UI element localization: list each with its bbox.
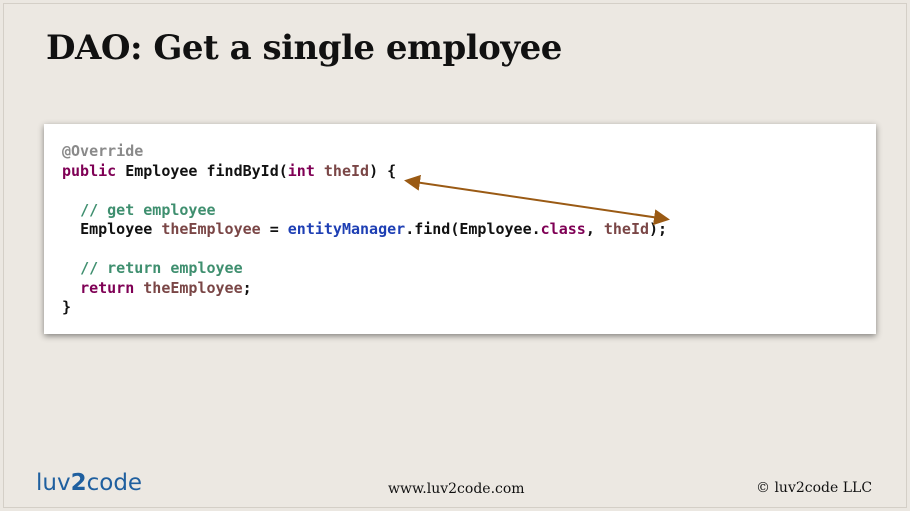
code-variable: theEmployee (161, 220, 261, 238)
code-comment: // get employee (80, 200, 216, 219)
footer-copyright: © luv2code LLC (756, 480, 873, 496)
code-text-span: ); (649, 220, 668, 238)
logo-part: luv (36, 470, 71, 496)
code-text: @Override public Employee findById(int t… (62, 142, 667, 318)
luv2code-logo: luv2code (36, 470, 142, 496)
code-variable: theEmployee (143, 278, 243, 297)
code-closing-brace: } (62, 298, 72, 316)
code-text-span: Employee (80, 220, 162, 238)
code-arg-theId: theId (603, 220, 650, 238)
code-keyword: class (540, 220, 586, 238)
code-text-span: ; (242, 278, 252, 297)
code-param-theId: theId (323, 161, 370, 180)
code-text-span: Employee findById( (116, 161, 288, 180)
code-text-span: , (585, 220, 604, 238)
code-text-span: = (260, 220, 288, 238)
logo-part: code (86, 470, 143, 496)
code-keyword: int (287, 161, 315, 180)
code-text-span: .find(Employee. (405, 220, 541, 238)
footer-url: www.luv2code.com (388, 481, 525, 497)
code-keyword: public (62, 161, 117, 180)
code-keyword: return (80, 278, 135, 297)
code-field: entityManager (287, 220, 406, 238)
code-annotation: @Override (62, 142, 144, 160)
slide-title: DAO: Get a single employee (46, 28, 562, 68)
code-block: @Override public Employee findById(int t… (44, 124, 876, 334)
logo-part: 2 (70, 470, 87, 496)
code-text-span: ) { (369, 161, 397, 180)
code-comment: // return employee (80, 259, 243, 277)
